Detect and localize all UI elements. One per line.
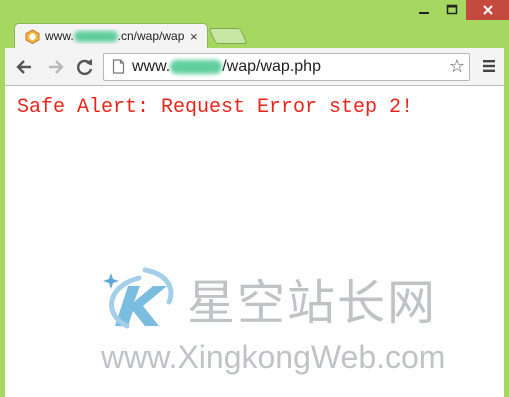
tab-title: www. .cn/wap/wap: [45, 29, 193, 44]
redacted-domain: [73, 31, 118, 43]
safe-alert-message: Safe Alert: Request Error step 2!: [17, 96, 414, 119]
close-icon: [482, 5, 493, 15]
browser-tab[interactable]: www. .cn/wap/wap ×: [14, 23, 208, 49]
tab-title-prefix: www.: [45, 29, 74, 43]
browser-toolbar: www. /wap/wap.php ☆: [5, 48, 504, 86]
url-suffix: /wap/wap.php: [222, 58, 321, 75]
minimize-icon: [419, 12, 429, 14]
menu-icon[interactable]: [481, 59, 497, 73]
bookmark-star-icon[interactable]: ☆: [449, 57, 465, 75]
reload-button[interactable]: [76, 58, 94, 76]
watermark-logo-icon: [103, 267, 174, 329]
url-text: www. /wap/wap.php: [132, 58, 321, 76]
page-icon: [112, 59, 125, 74]
tab-close-button[interactable]: ×: [190, 29, 198, 44]
watermark-chinese-text: 星空站长网: [187, 277, 438, 330]
maximize-button[interactable]: [438, 0, 466, 20]
page-content: Safe Alert: Request Error step 2! 星空站长网 …: [5, 86, 504, 397]
address-bar[interactable]: www. /wap/wap.php ☆: [103, 53, 470, 81]
maximize-icon: [446, 4, 458, 15]
tab-title-suffix: .cn/wap/wap: [117, 29, 185, 43]
browser-window: www. .cn/wap/wap × www. /wap/wap.php ☆ S…: [0, 0, 509, 397]
back-button[interactable]: [15, 58, 33, 76]
watermark-url-text: www.XingkongWeb.com: [101, 339, 446, 375]
forward-button[interactable]: [47, 58, 65, 76]
minimize-button[interactable]: [410, 0, 438, 20]
forward-arrow-icon: [49, 60, 64, 74]
url-prefix: www.: [132, 58, 171, 75]
back-arrow-icon: [16, 60, 31, 74]
reload-icon: [77, 59, 93, 76]
redacted-domain: [170, 59, 223, 74]
close-window-button[interactable]: [466, 0, 509, 20]
favicon-icon: [25, 29, 40, 44]
new-tab-button[interactable]: [208, 28, 248, 44]
